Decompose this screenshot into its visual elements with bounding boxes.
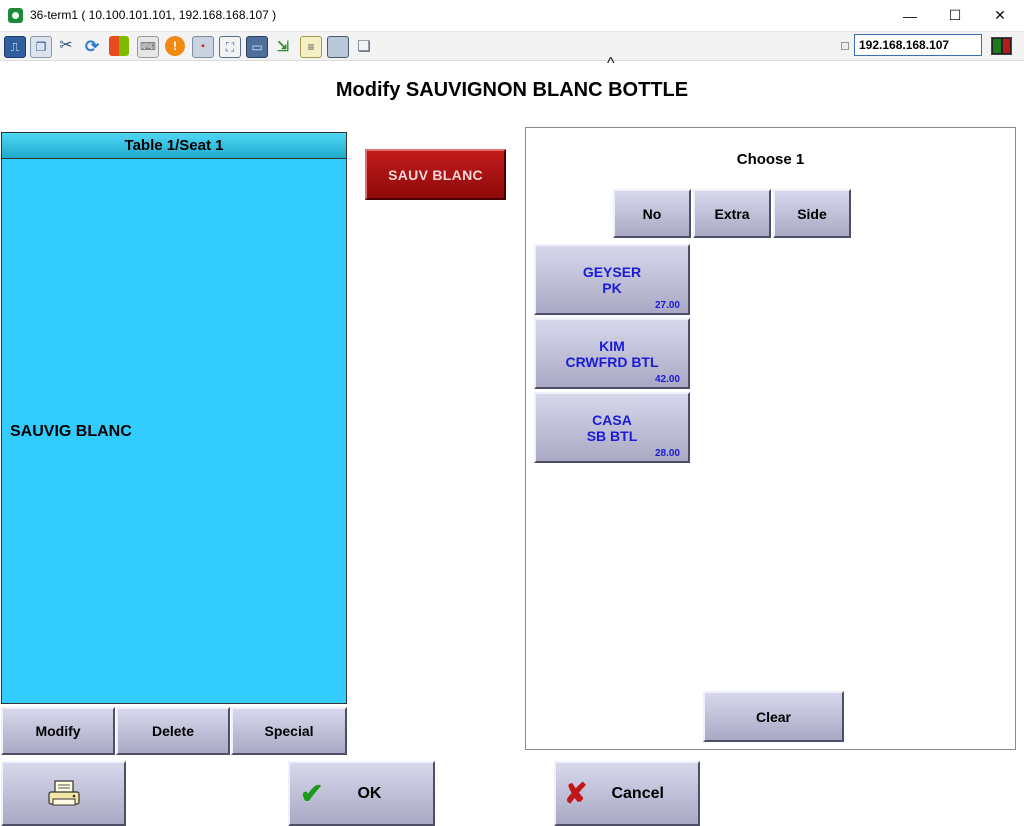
- choose-label: Choose 1: [736, 151, 805, 168]
- collapse-caret-icon[interactable]: ^: [607, 55, 615, 73]
- order-header: Table 1/Seat 1: [1, 132, 347, 159]
- modifier-casa-sb-btl-button[interactable]: CASA SB BTL 28.00: [534, 392, 690, 463]
- modifier-kim-crwfrd-btl-button[interactable]: KIM CRWFRD BTL 42.00: [534, 318, 690, 389]
- maximize-button[interactable]: ☐: [932, 0, 978, 31]
- window-title: 36-term1 ( 10.100.101.101, 192.168.168.1…: [30, 8, 277, 22]
- monitor-icon[interactable]: ⎍: [4, 36, 26, 58]
- extra-button[interactable]: Extra: [693, 189, 771, 238]
- modifier-line2: CRWFRD BTL: [565, 353, 659, 370]
- toolbar: ⎍ ❐ ✂ ⟳ ⌨ ! ▪ ⛶ ▭ ⇲ ≡ ❏ 192.168.168.107: [0, 32, 1024, 61]
- display-icon[interactable]: ▭: [246, 36, 268, 58]
- close-button[interactable]: ✕: [977, 0, 1023, 31]
- modifier-geyser-pk-button[interactable]: GEYSER PK 27.00: [534, 244, 690, 315]
- resize-icon[interactable]: [327, 36, 349, 58]
- modifier-line2: SB BTL: [586, 427, 638, 444]
- side-button[interactable]: Side: [773, 189, 851, 238]
- modifier-line1: GEYSER: [582, 263, 642, 280]
- printer-icon: [47, 779, 80, 805]
- modifier-line1: KIM: [599, 337, 625, 354]
- minimize-button[interactable]: —: [887, 0, 933, 31]
- chat-icon[interactable]: ❏: [354, 36, 374, 56]
- ok-label: OK: [357, 784, 382, 802]
- modifier-price: 42.00: [654, 374, 680, 385]
- copy-windows-icon[interactable]: ❐: [30, 36, 52, 58]
- app-icon: [8, 8, 23, 23]
- page-title: Modify SAUVIGNON BLANC BOTTLE: [335, 79, 689, 101]
- modify-button[interactable]: Modify: [1, 707, 115, 755]
- cross-icon: ✘: [564, 778, 588, 809]
- windows-logo-icon[interactable]: [109, 36, 129, 56]
- modifier-line1: CASA: [592, 411, 632, 428]
- print-button[interactable]: [1, 761, 126, 826]
- special-button[interactable]: Special: [231, 707, 347, 755]
- alert-icon[interactable]: !: [165, 36, 185, 56]
- clear-button[interactable]: Clear: [703, 691, 844, 742]
- selected-item-button[interactable]: SAUV BLANC: [365, 149, 506, 200]
- small-square-icon: [841, 42, 849, 50]
- keyboard-icon[interactable]: ⌨: [137, 36, 159, 58]
- modifier-price: 28.00: [654, 448, 680, 459]
- refresh-icon[interactable]: ⟳: [82, 36, 102, 56]
- fullscreen-icon[interactable]: ⛶: [219, 36, 241, 58]
- notepad-icon[interactable]: ≡: [300, 36, 322, 58]
- cancel-label: Cancel: [611, 784, 664, 802]
- network-icon[interactable]: ▪: [192, 36, 214, 58]
- modifier-price: 27.00: [654, 300, 680, 311]
- cancel-button[interactable]: ✘ Cancel: [554, 761, 700, 826]
- tools-icon[interactable]: ✂: [56, 36, 76, 56]
- ip-address-field[interactable]: 192.168.168.107: [854, 34, 982, 56]
- order-item[interactable]: SAUVIG BLANC: [10, 423, 132, 441]
- no-button[interactable]: No: [613, 189, 691, 238]
- status-indicator-icon: [991, 37, 1012, 55]
- delete-button[interactable]: Delete: [116, 707, 230, 755]
- checkmark-icon: ✔: [300, 778, 324, 809]
- modifier-line2: PK: [602, 279, 622, 296]
- transfer-icon[interactable]: ⇲: [273, 36, 293, 56]
- ok-button[interactable]: ✔ OK: [288, 761, 435, 826]
